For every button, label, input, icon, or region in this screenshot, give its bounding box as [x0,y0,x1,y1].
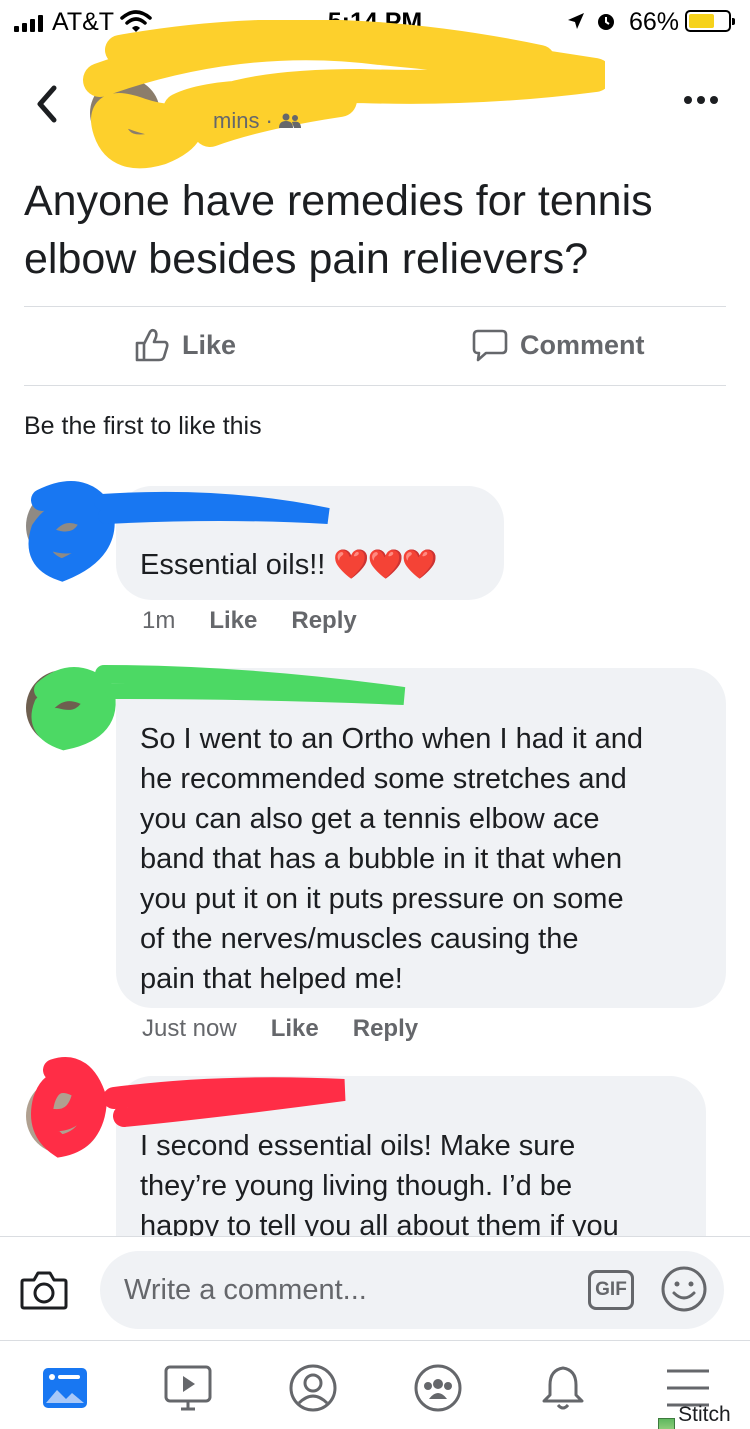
camera-icon[interactable] [20,1270,68,1310]
notifications-bell-icon[interactable] [538,1363,588,1413]
comment-text: So I went to an Ortho when I had it and … [140,719,643,999]
comment-text: Essential oils!! ❤️❤️❤️ [140,545,438,585]
comment-line: they’re young living though. I’d be [140,1170,573,1202]
comment-time: Just now [142,1015,237,1042]
reactions-summary: Be the first to like this [24,412,262,440]
divider [24,306,726,307]
groups-icon[interactable] [413,1363,463,1413]
comment-line: he recommended some stretches and [140,763,627,795]
comment-line: you can also get a tennis elbow ace [140,803,600,835]
bottom-tab-bar [0,1340,750,1429]
comment-bubble-icon [472,329,508,362]
back-arrow-icon[interactable] [32,84,62,124]
meta-separator: · [265,108,273,133]
comment-line: pain that helped me! [140,963,403,995]
watermark-text: Stitch It! [678,1403,731,1429]
comment-text: I second essential oils! Make sure they’… [140,1126,619,1246]
news-feed-icon[interactable] [40,1363,90,1413]
post-meta: mins · [213,108,301,134]
battery-icon [685,10,735,32]
comment-meta: 1m Like Reply [142,607,357,635]
like-button[interactable]: Like [134,328,236,362]
redaction-scribble [83,20,605,169]
comment-body: Essential oils!! [140,549,326,581]
comment-line: of the nerves/muscles causing the [140,923,579,955]
more-options-icon[interactable] [684,96,718,104]
comment-button[interactable]: Comment [472,328,645,362]
comment-line: I second essential oils! Make sure [140,1130,576,1162]
comment-reply-button[interactable]: Reply [353,1015,418,1043]
comment-like-button[interactable]: Like [271,1015,319,1043]
post-text: Anyone have remedies for tennis elbow be… [24,177,653,283]
comment-reply-button[interactable]: Reply [291,607,356,635]
heart-emoji: ❤️❤️❤️ [333,549,437,581]
stitch-logo-icon [658,1418,676,1429]
comment-line: you put it on it puts pressure on some [140,883,624,915]
gif-button[interactable]: GIF [588,1270,634,1310]
like-label: Like [182,329,237,360]
comment-composer: Write a comment... GIF [0,1236,750,1340]
comment-line: band that has a bubble in it that when [140,843,623,875]
comment-time: 1m [142,607,176,634]
watch-video-icon[interactable] [163,1363,213,1413]
emoji-icon[interactable] [660,1265,708,1313]
divider [24,385,726,386]
battery-percent: 66% [629,8,680,36]
friends-audience-icon [278,113,301,128]
comment-label: Comment [520,329,645,360]
battery-level [689,14,715,28]
watermark: Stitch It! [658,1403,750,1429]
comment-like-button[interactable]: Like [209,607,257,635]
profile-icon[interactable] [288,1363,338,1413]
post-time: mins [213,108,260,133]
comment-line: So I went to an Ortho when I had it and [140,723,643,755]
thumbs-up-icon [135,328,169,362]
comment-meta: Just now Like Reply [142,1015,418,1043]
